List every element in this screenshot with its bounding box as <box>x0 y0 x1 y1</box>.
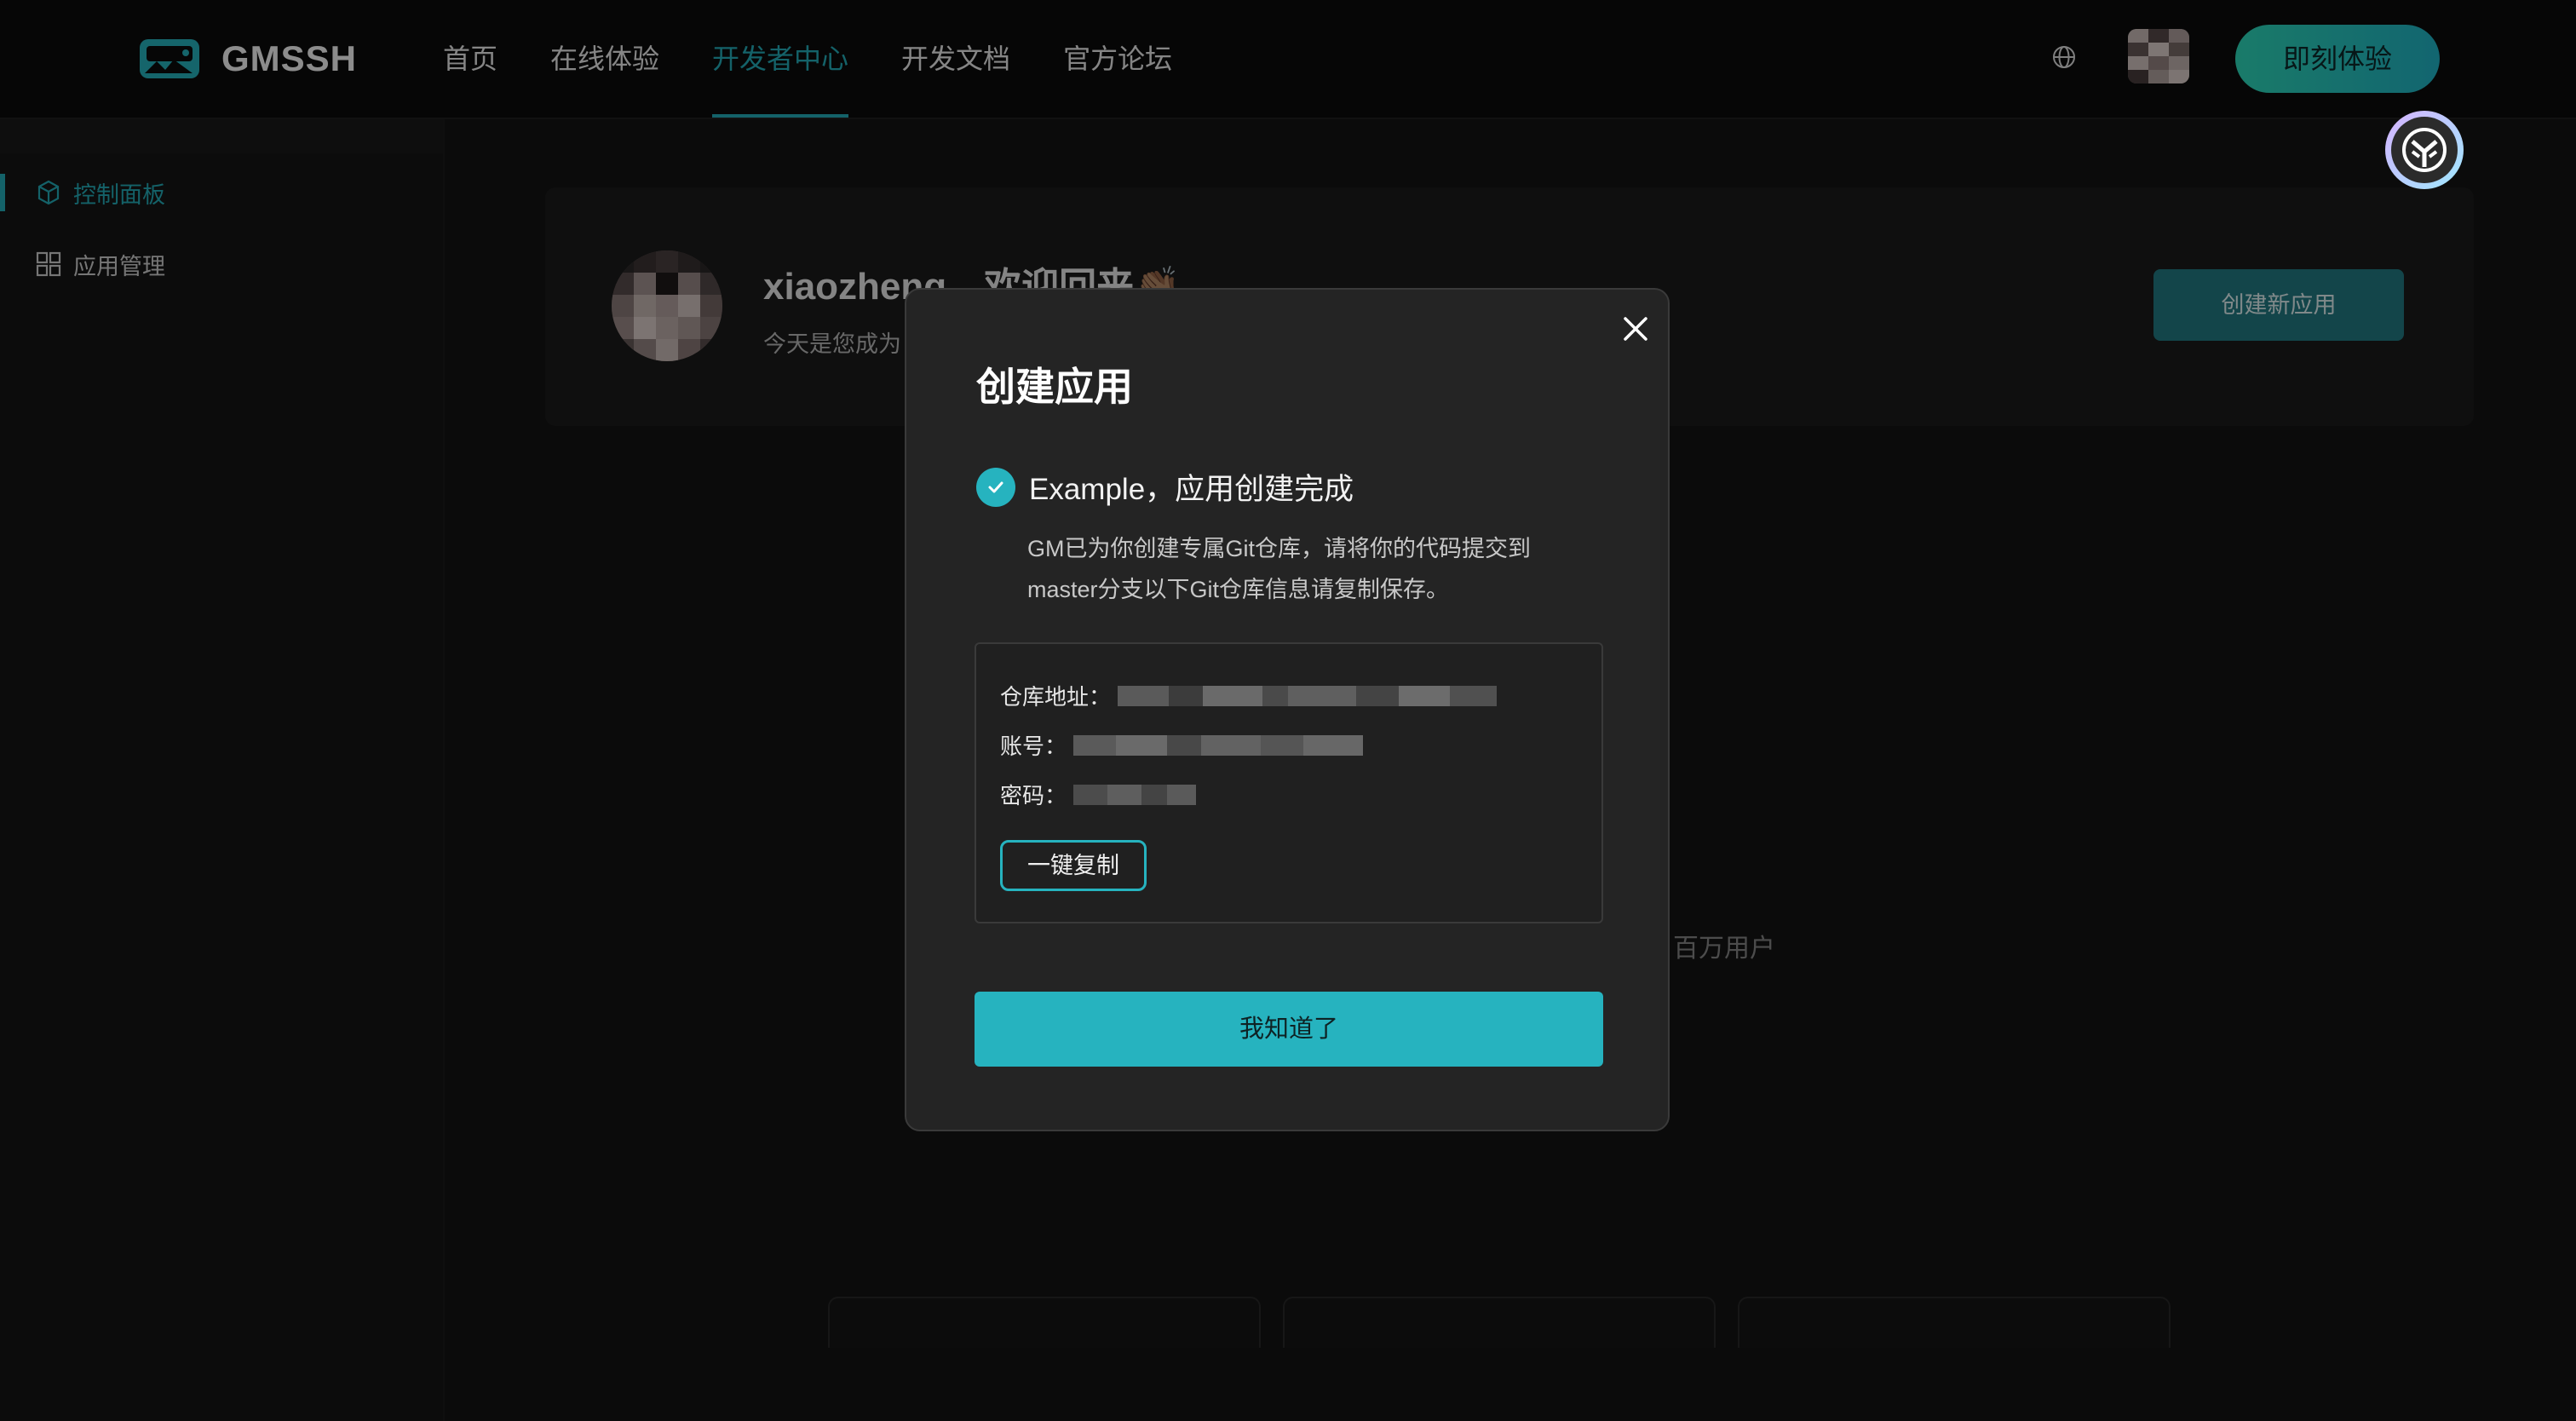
modal-description: GM已为你创建专属Git仓库，请将你的代码提交到master分支以下Git仓库信… <box>1027 536 1531 602</box>
check-circle-icon <box>976 467 1015 507</box>
password-row: 密码： <box>1000 779 1197 810</box>
success-message: Example，应用创建完成 <box>976 465 1354 509</box>
modal-title: 创建应用 <box>976 365 1133 409</box>
floating-assistant-button[interactable] <box>2385 111 2464 189</box>
repo-url-value-redacted <box>1118 685 1498 706</box>
account-row: 账号： <box>1000 729 1364 761</box>
password-label: 密码： <box>1000 783 1067 808</box>
assistant-logo-icon <box>2402 128 2447 172</box>
git-repo-info: 仓库地址： 账号： 密码： 一键复制 <box>975 642 1603 923</box>
success-text: Example，应用创建完成 <box>1029 473 1354 506</box>
close-icon[interactable] <box>1617 310 1654 348</box>
acknowledge-button[interactable]: 我知道了 <box>975 992 1603 1067</box>
repo-url-label: 仓库地址： <box>1000 684 1112 710</box>
account-value-redacted <box>1073 734 1364 756</box>
password-value-redacted <box>1073 784 1197 805</box>
repo-url-row: 仓库地址： <box>1000 680 1498 711</box>
account-label: 账号： <box>1000 734 1067 759</box>
create-app-modal: 创建应用 Example，应用创建完成 GM已为你创建专属Git仓库，请将你的代… <box>905 288 1670 1131</box>
copy-all-button[interactable]: 一键复制 <box>1000 840 1147 891</box>
